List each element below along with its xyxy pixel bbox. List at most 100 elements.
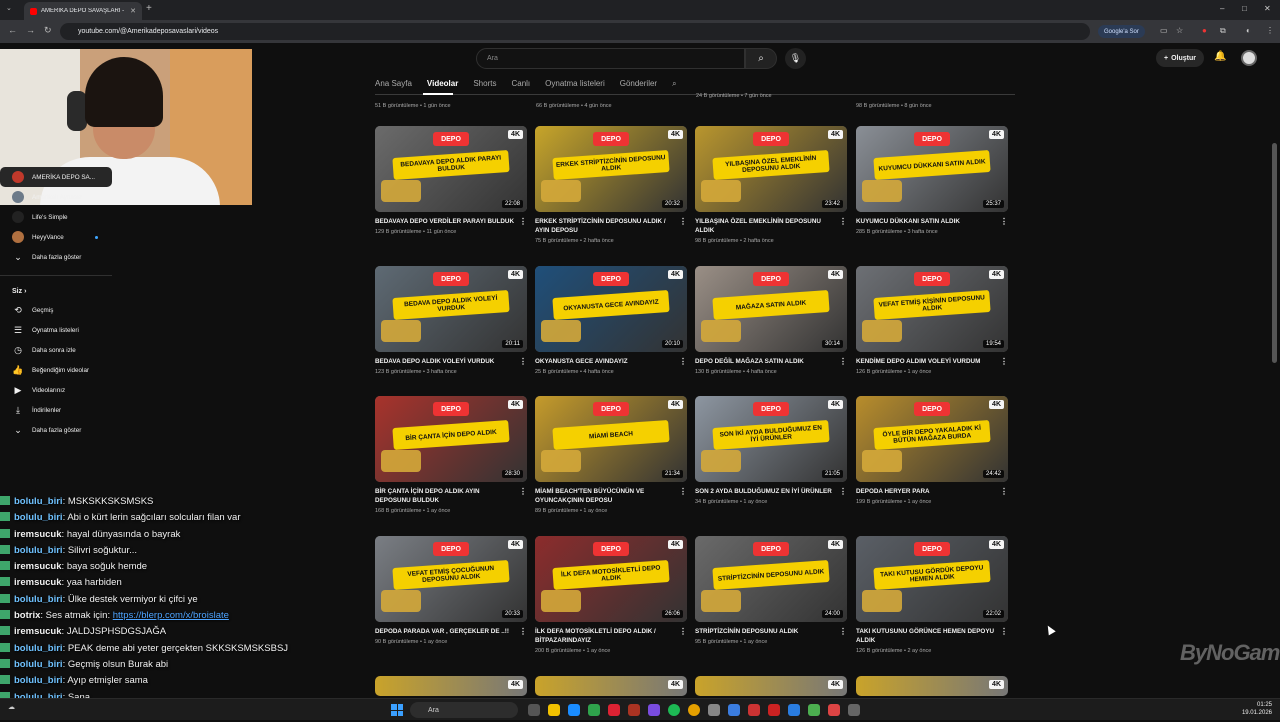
app-icon[interactable] [768,704,780,716]
more-options-icon[interactable]: ⋮ [839,217,847,226]
sidebar-item-downloads[interactable]: ⤓ İndirilenler [0,400,112,420]
minimize-icon[interactable]: – [1220,4,1224,13]
sidebar-item-watch-later[interactable]: ◷ Daha sonra izle [0,340,112,360]
video-card[interactable]: DEPO KUYUMCU DÜKKANI SATIN ALDIK 4K 25:37 KU… [856,126,1008,235]
sidebar-item-liked[interactable]: 👍 Beğendiğim videolar [0,360,112,380]
tab-search-icon[interactable]: ⌄ [6,4,12,12]
video-thumbnail[interactable]: 4K [535,676,687,696]
app-icon[interactable] [708,704,720,716]
video-thumbnail[interactable]: DEPO MAĞAZA SATIN ALDIK 4K 30:14 [695,266,847,352]
app-icon[interactable] [608,704,620,716]
video-title[interactable]: OKYANUSTA GECE AVINDAYIZ ⋮ [535,357,687,366]
video-title[interactable]: DEPODA HERYER PARA ⋮ [856,487,1008,496]
taskbar-clock[interactable]: 01:25 19.01.2026 [1242,701,1272,717]
show-more-subscriptions[interactable]: ⌄ Daha fazla göster [0,247,112,267]
create-button[interactable]: + Oluştur [1156,49,1204,67]
more-options-icon[interactable]: ⋮ [839,487,847,496]
sidebar-item-your-videos[interactable]: ▶ Videolarınız [0,380,112,400]
video-thumbnail[interactable]: DEPO BİR ÇANTA İÇİN DEPO ALDIK 4K 28:30 [375,396,527,482]
video-title[interactable]: STRİPTİZCİNİN DEPOSUNU ALDIK ⋮ [695,627,847,636]
app-icon[interactable] [808,704,820,716]
video-thumbnail[interactable]: DEPO BEDAVA DEPO ALDIK VOLEYİ VURDUK 4K 20:… [375,266,527,352]
video-card[interactable]: DEPO VEFAT ETMİŞ ÇOCUĞUNUN DEPOSUNU ALDIK… [375,536,527,645]
tab-shorts[interactable]: Shorts [473,77,496,91]
video-title[interactable]: TAKI KUTUSUNU GÖRÜNCE HEMEN DEPOYU ALDIK… [856,627,1008,645]
browser-menu-icon[interactable]: ⋮ [1266,26,1274,35]
more-options-icon[interactable]: ⋮ [519,357,527,366]
new-tab-button[interactable]: + [146,3,152,14]
video-card[interactable]: DEPO YILBAŞINA ÖZEL EMEKLİNİN DEPOSUNU AL… [695,126,847,244]
video-card[interactable]: DEPO BEDAVAYA DEPO ALDIK PARAYI BULDUK 4K 2… [375,126,527,235]
extensions-puzzle-icon[interactable]: ⧉ [1220,26,1226,36]
video-card[interactable]: DEPO MİAMİ BEACH 4K 21:34 MİAMİ BEACH'TEN BÜ… [535,396,687,514]
video-title[interactable]: KUYUMCU DÜKKANI SATIN ALDIK ⋮ [856,217,1008,226]
search-input[interactable]: Ara [476,48,745,69]
profile-icon[interactable]: ◐ [1246,26,1251,35]
video-title[interactable]: YILBAŞINA ÖZEL EMEKLİNİN DEPOSUNU ALDIK ⋮ [695,217,847,235]
file-explorer-icon[interactable] [548,704,560,716]
back-icon[interactable]: ← [8,25,17,35]
sidebar-subscription[interactable]: Amerikalı Aynasız [0,187,112,207]
tab-home[interactable]: Ana Sayfa [375,77,412,91]
video-thumbnail[interactable]: DEPO BEDAVAYA DEPO ALDIK PARAYI BULDUK 4K 2… [375,126,527,212]
video-title[interactable]: İLK DEFA MOTOSİKLETLİ DEPO ALDIK / BİTPA… [535,627,687,645]
tab-live[interactable]: Canlı [511,77,530,91]
app-icon[interactable] [828,704,840,716]
taskbar-search[interactable]: Ara [410,702,518,718]
settings-icon[interactable] [848,704,860,716]
video-card[interactable]: DEPO TAKI KUTUSU GÖRDÜK DEPOYU HEMEN ALDI… [856,536,1008,654]
reload-icon[interactable]: ↻ [44,25,52,36]
video-card[interactable]: DEPO STRİPTİZCİNİN DEPOSUNU ALDIK 4K 24:00 S… [695,536,847,645]
more-options-icon[interactable]: ⋮ [1000,487,1008,496]
video-card-partial[interactable]: 4K [375,676,527,696]
video-thumbnail[interactable]: DEPO OKYANUSTA GECE AVINDAYIZ 4K 20:10 [535,266,687,352]
video-thumbnail[interactable]: DEPO MİAMİ BEACH 4K 21:34 [535,396,687,482]
task-view-icon[interactable] [528,704,540,716]
app-icon[interactable] [748,704,760,716]
url-field[interactable]: youtube.com/@Amerikadeposavaslari/videos [60,23,1090,40]
app-icon[interactable] [628,704,640,716]
tab-playlists[interactable]: Oynatma listeleri [545,77,605,91]
video-title[interactable]: ERKEK STRİPTİZCİNİN DEPOSUNU ALDIK / AYI… [535,217,687,235]
more-options-icon[interactable]: ⋮ [519,627,527,636]
video-card[interactable]: DEPO BİR ÇANTA İÇİN DEPO ALDIK 4K 28:30 BİR … [375,396,527,514]
video-title[interactable]: BİR ÇANTA İÇİN DEPO ALDIK AYIN DEPOSUNU … [375,487,527,505]
sidebar-item-history[interactable]: ⟲ Geçmiş [0,300,112,320]
app-icon[interactable] [728,704,740,716]
video-thumbnail[interactable]: DEPO KUYUMCU DÜKKANI SATIN ALDIK 4K 25:37 [856,126,1008,212]
store-icon[interactable] [588,704,600,716]
more-options-icon[interactable]: ⋮ [1000,357,1008,366]
sidebar-subscription[interactable]: Life's Simple [0,207,112,227]
video-thumbnail[interactable]: DEPO ERKEK STRİPTİZCİNİN DEPOSUNU ALDIK 4K… [535,126,687,212]
bookmark-star-icon[interactable]: ☆ [1176,26,1183,35]
spotify-icon[interactable] [668,704,680,716]
chat-link[interactable]: https://blerp.com/x/broislate [113,610,229,621]
video-thumbnail[interactable]: DEPO SON İKİ AYDA BULDUĞUMUZ EN İYİ ÜRÜNL… [695,396,847,482]
video-title[interactable]: KENDİME DEPO ALDIM VOLEYİ VURDUM ⋮ [856,357,1008,366]
app-icon[interactable] [648,704,660,716]
search-button[interactable]: ⌕ [745,48,777,69]
video-title[interactable]: BEDAVAYA DEPO VERDİLER PARAYI BULDUK ⋮ [375,217,527,226]
video-card[interactable]: DEPO VEFAT ETMİŞ KİŞİNİN DEPOSUNU ALDIK 4K… [856,266,1008,375]
windows-start-icon[interactable] [391,704,403,716]
video-thumbnail[interactable]: DEPO ÖYLE BİR DEPO YAKALADIK Kİ BÜTÜN MAĞ… [856,396,1008,482]
video-card[interactable]: DEPO SON İKİ AYDA BULDUĞUMUZ EN İYİ ÜRÜNL… [695,396,847,505]
more-options-icon[interactable]: ⋮ [1000,217,1008,226]
video-thumbnail[interactable]: 4K [856,676,1008,696]
weather-icon[interactable]: ☁ [8,703,15,711]
steam-icon[interactable] [788,704,800,716]
video-card-partial[interactable]: 4K [535,676,687,696]
video-thumbnail[interactable]: DEPO TAKI KUTUSU GÖRDÜK DEPOYU HEMEN ALDI… [856,536,1008,622]
video-title[interactable]: MİAMİ BEACH'TEN BÜYÜCÜNÜN VE OYUNCAKÇINI… [535,487,687,505]
maximize-icon[interactable]: □ [1242,4,1247,13]
cast-icon[interactable]: ▭ [1160,26,1168,35]
video-card[interactable]: DEPO MAĞAZA SATIN ALDIK 4K 30:14 DEPO DEĞİL … [695,266,847,375]
more-options-icon[interactable]: ⋮ [679,217,687,226]
video-title[interactable]: BEDAVA DEPO ALDIK VOLEYİ VURDUK ⋮ [375,357,527,366]
more-options-icon[interactable]: ⋮ [679,627,687,636]
video-card-partial[interactable]: 4K [695,676,847,696]
video-thumbnail[interactable]: 4K [375,676,527,696]
sidebar-item-playlists[interactable]: ☰ Oynatma listeleri [0,320,112,340]
channel-search-icon[interactable]: ⌕ [672,77,676,91]
notifications-bell-icon[interactable]: 🔔 [1214,51,1226,62]
